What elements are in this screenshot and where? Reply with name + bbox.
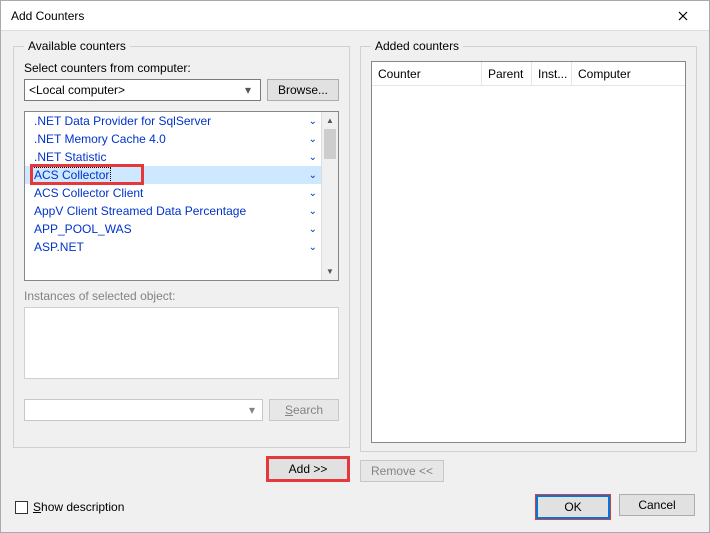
col-counter[interactable]: Counter [372,62,482,85]
counter-item-selected[interactable]: ACS Collector⌄ [25,166,321,184]
available-fieldset: Available counters Select counters from … [13,39,350,448]
counter-item[interactable]: ACS Collector Client⌄ [25,184,321,202]
ok-button[interactable]: OK [535,494,611,520]
add-button[interactable]: Add >> [266,456,350,482]
browse-button[interactable]: Browse... [267,79,339,101]
added-table: Counter Parent Inst... Computer [371,61,686,443]
available-panel: Available counters Select counters from … [13,39,350,482]
show-description-checkbox[interactable]: Show description [15,500,124,514]
added-panel: Added counters Counter Parent Inst... Co… [360,39,697,482]
instances-list[interactable] [24,307,339,379]
table-body[interactable] [372,86,685,442]
select-computer-label: Select counters from computer: [24,61,339,75]
counter-list-inner[interactable]: .NET Data Provider for SqlServer⌄ .NET M… [25,112,321,280]
chevron-down-icon[interactable]: ⌄ [309,152,317,163]
added-legend: Added counters [371,39,463,53]
close-button[interactable] [663,2,703,30]
instance-combo: ▾ [24,399,263,421]
chevron-down-icon[interactable]: ⌄ [309,188,317,199]
counter-item[interactable]: .NET Statistic⌄ [25,148,321,166]
window-title: Add Counters [11,9,84,23]
chevron-down-icon[interactable]: ⌄ [309,134,317,145]
checkbox-icon[interactable] [15,501,28,514]
counter-item[interactable]: .NET Memory Cache 4.0⌄ [25,130,321,148]
footer: Show description OK Cancel [1,486,709,532]
search-button: SSearchearch [269,399,339,421]
chevron-down-icon: ▾ [240,83,256,97]
chevron-down-icon: ▾ [244,403,260,417]
chevron-down-icon[interactable]: ⌄ [309,116,317,127]
computer-combo-value: <Local computer> [29,83,125,97]
col-inst[interactable]: Inst... [532,62,572,85]
remove-button: Remove << [360,460,444,482]
added-fieldset: Added counters Counter Parent Inst... Co… [360,39,697,452]
add-counters-dialog: Add Counters Available counters Select c… [0,0,710,533]
instances-label: Instances of selected object: [24,289,339,303]
cancel-button[interactable]: Cancel [619,494,695,516]
counter-list: .NET Data Provider for SqlServer⌄ .NET M… [24,111,339,281]
counter-item[interactable]: AppV Client Streamed Data Percentage⌄ [25,202,321,220]
chevron-down-icon[interactable]: ⌄ [309,224,317,235]
chevron-down-icon[interactable]: ⌄ [309,170,317,181]
show-description-label: Show description [33,500,124,514]
table-header: Counter Parent Inst... Computer [372,62,685,86]
scroll-thumb[interactable] [324,129,336,159]
content-area: Available counters Select counters from … [1,31,709,486]
counter-item[interactable]: .NET Data Provider for SqlServer⌄ [25,112,321,130]
col-parent[interactable]: Parent [482,62,532,85]
chevron-down-icon[interactable]: ⌄ [309,206,317,217]
counter-item[interactable]: ASP.NET⌄ [25,238,321,256]
close-icon [678,11,688,21]
col-computer[interactable]: Computer [572,62,685,85]
computer-combo[interactable]: <Local computer> ▾ [24,79,261,101]
titlebar: Add Counters [1,1,709,31]
available-legend: Available counters [24,39,130,53]
scroll-down-icon[interactable]: ▼ [322,263,338,280]
scrollbar[interactable]: ▲ ▼ [321,112,338,280]
chevron-down-icon[interactable]: ⌄ [309,242,317,253]
counter-item[interactable]: APP_POOL_WAS⌄ [25,220,321,238]
scroll-up-icon[interactable]: ▲ [322,112,338,129]
